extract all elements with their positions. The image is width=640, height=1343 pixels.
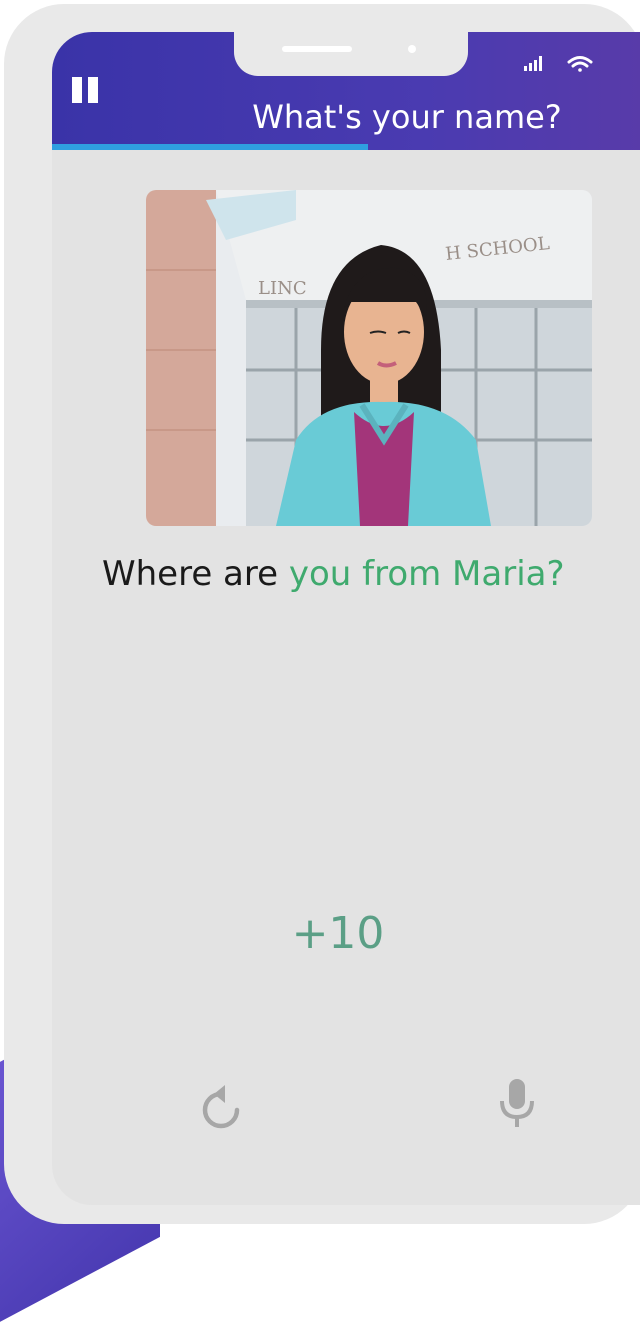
microphone-icon bbox=[500, 1079, 534, 1127]
replay-icon bbox=[202, 1085, 240, 1129]
front-camera bbox=[408, 45, 416, 53]
status-icons bbox=[522, 54, 602, 74]
prompt-text: Where are you from Maria? bbox=[102, 554, 640, 594]
scene-illustration: LINC H SCHOOL bbox=[146, 190, 592, 526]
page-title: What's your name? bbox=[252, 98, 562, 136]
microphone-button[interactable] bbox=[492, 1075, 542, 1131]
sign-left: LINC bbox=[258, 278, 307, 299]
lesson-header: What's your name? bbox=[52, 32, 640, 150]
wifi-icon bbox=[567, 56, 593, 72]
app-screen: What's your name? LINC H SCHOOL Where ar… bbox=[52, 32, 640, 1205]
speaker-grille bbox=[282, 46, 352, 52]
lesson-progress-bar bbox=[52, 144, 369, 150]
prompt-prefix: Where are bbox=[102, 554, 289, 594]
replay-button[interactable] bbox=[196, 1080, 246, 1136]
points-earned: +10 bbox=[291, 908, 385, 959]
prompt-highlight: you from Maria? bbox=[288, 554, 565, 594]
phone-notch bbox=[234, 32, 468, 76]
phone-frame: What's your name? LINC H SCHOOL Where ar… bbox=[4, 4, 640, 1224]
cellular-signal-icon bbox=[524, 56, 542, 71]
